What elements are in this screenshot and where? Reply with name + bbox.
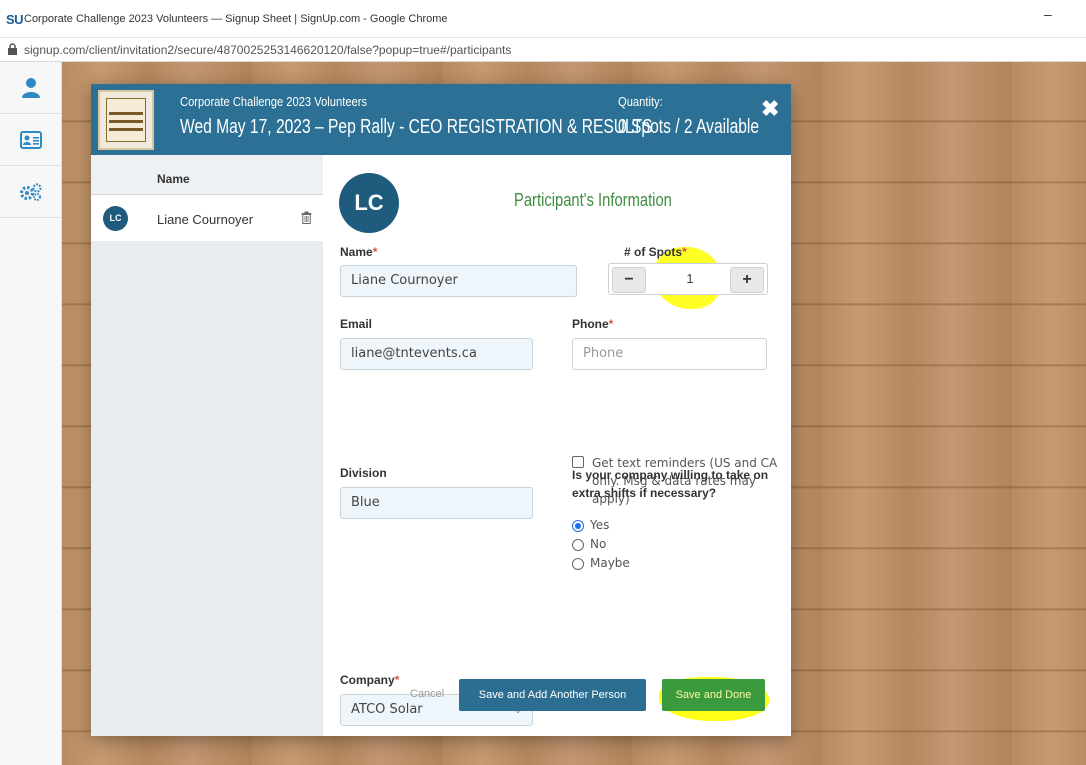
participant-avatar: LC [339, 173, 399, 233]
window-title: Corporate Challenge 2023 Volunteers — Si… [24, 13, 448, 25]
list-item[interactable]: LC Liane Cournoyer [91, 195, 323, 241]
division-label: Division [340, 466, 387, 480]
address-bar[interactable]: signup.com/client/invitation2/secure/487… [0, 38, 1086, 62]
name-label: Name* [340, 245, 378, 259]
sidebar [0, 62, 62, 765]
radio-yes[interactable] [572, 520, 584, 532]
minimize-button[interactable]: – [1044, 6, 1058, 26]
participant-list-header: Name [91, 155, 323, 195]
phone-label: Phone* [572, 317, 614, 331]
save-and-done-button[interactable]: Save and Done [662, 679, 765, 711]
url-text[interactable]: signup.com/client/invitation2/secure/487… [24, 43, 511, 57]
modal-header: Corporate Challenge 2023 Volunteers Wed … [91, 84, 791, 155]
email-label: Email [340, 317, 373, 331]
name-field[interactable]: Liane Cournoyer [340, 265, 577, 297]
signup-modal: Corporate Challenge 2023 Volunteers Wed … [91, 84, 791, 736]
email-field[interactable]: liane@tntevents.ca [340, 338, 533, 370]
trash-icon[interactable] [301, 211, 312, 224]
quantity-value: 0 Spots / 2 Available [618, 116, 760, 138]
spots-label: # of Spots* [624, 245, 687, 259]
signup-logo: SU [6, 12, 24, 27]
quantity-stepper: − 1 + [608, 263, 768, 295]
spots-input[interactable]: 1 [677, 271, 703, 286]
extra-shifts-question: Is your company willing to take on extra… [572, 468, 769, 500]
division-field[interactable]: Blue [340, 487, 533, 519]
gears-icon [20, 182, 42, 201]
radio-maybe-label[interactable]: Maybe [590, 556, 630, 570]
participant-name[interactable]: Liane Cournoyer [157, 212, 253, 227]
section-title: Participant's Information [514, 190, 672, 210]
phone-field[interactable]: Phone [572, 338, 767, 370]
sidebar-item-settings[interactable] [0, 166, 62, 218]
sidebar-item-contacts[interactable] [0, 114, 62, 166]
increment-button[interactable]: + [730, 267, 764, 293]
participant-list: Name LC Liane Cournoyer [91, 155, 323, 736]
event-slot: Wed May 17, 2023 – Pep Rally - CEO REGIS… [180, 116, 653, 138]
event-title: Corporate Challenge 2023 Volunteers [180, 94, 368, 109]
event-logo [98, 90, 154, 150]
save-and-add-button[interactable]: Save and Add Another Person [459, 679, 646, 711]
decrement-button[interactable]: − [612, 267, 646, 293]
sidebar-item-profile[interactable] [0, 62, 62, 114]
contact-card-icon [20, 130, 42, 149]
lock-icon [8, 43, 17, 55]
user-icon [22, 77, 40, 98]
cancel-button[interactable]: Cancel [410, 688, 444, 700]
quantity-label: Quantity: [618, 94, 663, 109]
company-label: Company* [340, 673, 400, 687]
close-icon[interactable]: ✖ [761, 96, 779, 122]
radio-no[interactable] [572, 539, 584, 551]
avatar: LC [103, 206, 128, 231]
company-selected-value: ATCO Solar [351, 702, 423, 717]
name-column-header: Name [157, 172, 190, 186]
browser-title-bar: SU Corporate Challenge 2023 Volunteers —… [0, 0, 1086, 38]
radio-yes-label[interactable]: Yes [590, 518, 609, 532]
participant-form: LC Participant's Information Name* Liane… [323, 155, 791, 736]
radio-maybe[interactable] [572, 558, 584, 570]
radio-no-label[interactable]: No [590, 537, 606, 551]
